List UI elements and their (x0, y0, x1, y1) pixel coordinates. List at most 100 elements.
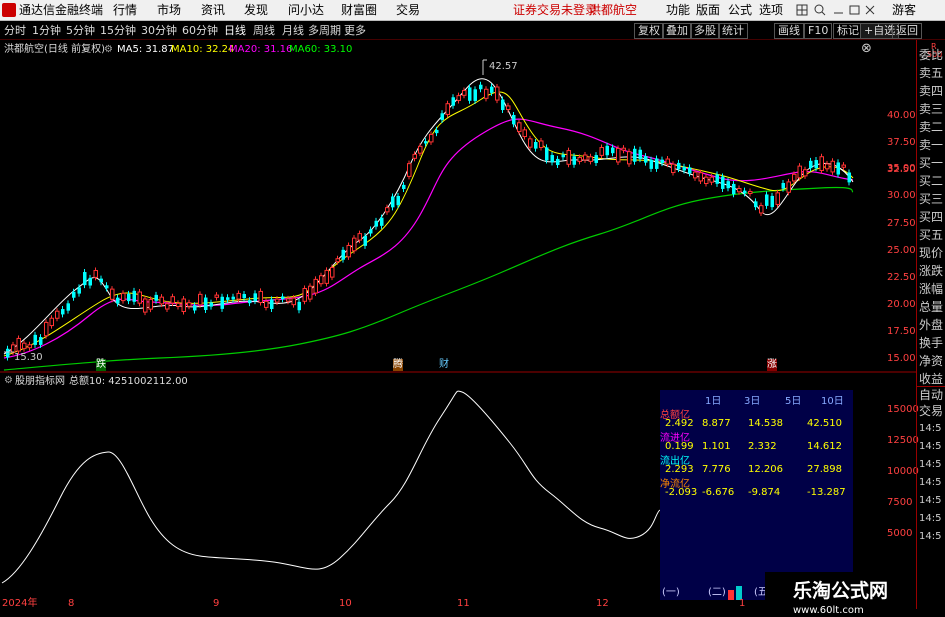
btn-diejia[interactable]: 叠加 (662, 23, 692, 39)
candle-body (93, 270, 98, 278)
candle-body (391, 196, 395, 208)
candle-body (528, 138, 533, 148)
candle-body (72, 291, 76, 298)
tf-1min[interactable]: 1分钟 (32, 24, 61, 38)
candle-body (512, 114, 516, 125)
login-status[interactable]: 证券交易未登录 (513, 3, 597, 18)
btn-fuquan[interactable]: 复权 (634, 23, 664, 39)
col-1day: 1日 (705, 396, 722, 407)
label-auto[interactable]: 自动 (919, 388, 943, 402)
guest-label[interactable]: 游客 (892, 3, 916, 18)
menu-gongneng[interactable]: 功能 (666, 3, 690, 18)
candle-body (99, 278, 103, 283)
menu-wenxiaoda[interactable]: 问小达 (288, 3, 324, 18)
ma5-line (3, 78, 854, 355)
tf-60min[interactable]: 60分钟 (182, 24, 218, 38)
tf-more[interactable]: 更多 (344, 24, 366, 38)
candle-body (297, 301, 301, 311)
candle-body (291, 297, 296, 306)
tf-15min[interactable]: 15分钟 (100, 24, 136, 38)
y-tick-37.5: 37.50 (887, 137, 916, 148)
candle-body (797, 165, 802, 179)
candle-body (44, 321, 49, 337)
menu-gongshi[interactable]: 公式 (728, 3, 752, 18)
candle-body (786, 181, 791, 193)
marker-die[interactable]: 跌 (96, 359, 106, 371)
menu-hangqing[interactable]: 行情 (113, 3, 137, 18)
btn-tongji[interactable]: 统计 (718, 23, 748, 39)
label-sell5: 卖五 (919, 66, 944, 80)
maximize-icon[interactable] (849, 5, 860, 15)
menu-faxian[interactable]: 发现 (244, 3, 268, 18)
stock-name-header: 洪都航空 (589, 3, 638, 17)
candle-body (193, 305, 197, 311)
candle-body (33, 334, 37, 345)
candle-body (445, 103, 450, 115)
marker-zhang[interactable]: 涨 (767, 359, 777, 371)
btn-biaoji[interactable]: 标记 (833, 23, 863, 39)
candle-body (660, 159, 664, 164)
row-total-1d: 2.492 (665, 418, 694, 429)
label-buy4: 买四 (919, 210, 944, 224)
row-out-10d: 27.898 (807, 464, 842, 475)
menu-caifuquan[interactable]: 财富圈 (341, 3, 377, 18)
tf-daily[interactable]: 日线 (224, 24, 246, 38)
indicator-total: 总额10: 4251002112.00 (69, 376, 188, 387)
label-buy5: 买五 (919, 228, 944, 242)
time-4: 14:5 (919, 477, 942, 488)
marker-cai[interactable]: 财 (439, 359, 449, 371)
candle-body (412, 153, 417, 159)
candle-body (759, 205, 764, 214)
time-7: 14:5 (919, 531, 942, 542)
candle-body (743, 190, 747, 194)
btn-f10[interactable]: F10 (804, 23, 833, 39)
candle-body (275, 298, 280, 303)
candle-body (248, 300, 252, 304)
candle-body (440, 113, 444, 120)
candle-body (308, 285, 313, 300)
candle-body (165, 303, 170, 310)
candle-body (572, 156, 576, 165)
candle-body (803, 169, 808, 177)
candle-body (236, 292, 241, 300)
candle-body (484, 88, 489, 99)
date-oct: 10 (339, 598, 352, 609)
quote-side-panel: R 500 委比 卖五 卖四 卖三 卖二 卖一 买一 买二 买三 买四 买五 现… (916, 40, 945, 609)
label-trade[interactable]: 交易 (919, 404, 943, 418)
marker-teng[interactable]: 腾 (393, 359, 403, 371)
tf-multi[interactable]: 多周期 (308, 24, 341, 38)
menu-banmian[interactable]: 版面 (696, 3, 720, 18)
tf-30min[interactable]: 30分钟 (141, 24, 177, 38)
tf-fenshi[interactable]: 分时 (4, 24, 26, 38)
indicator-settings-icon[interactable]: ⚙ (4, 374, 13, 387)
candle-body (363, 235, 367, 246)
menu-zixun[interactable]: 资讯 (201, 3, 225, 18)
search-icon[interactable] (814, 4, 826, 16)
candle-body (204, 297, 208, 310)
btn-fanhui[interactable]: 返回 (892, 23, 922, 39)
tf-weekly[interactable]: 周线 (253, 24, 275, 38)
timeframe-bar: 分时 1分钟 5分钟 15分钟 30分钟 60分钟 日线 周线 月线 多周期 更… (0, 22, 945, 40)
menu-xuanxiang[interactable]: 选项 (759, 3, 783, 18)
close-icon[interactable] (865, 5, 875, 15)
menu-jiaoyi[interactable]: 交易 (396, 3, 420, 18)
candle-body (39, 337, 43, 345)
grid-icon[interactable] (796, 4, 808, 16)
ind-tick-12500: 12500 (887, 435, 919, 446)
bottom-label-1: (一) (662, 587, 680, 598)
btn-huaxian[interactable]: 画线 (774, 23, 804, 39)
candle-body (231, 296, 235, 300)
y-tick-25: 25.00 (887, 245, 916, 256)
candle-body (770, 195, 774, 208)
kline-chart[interactable]: 42.57 15.30 (0, 40, 916, 373)
candle-body (281, 296, 285, 300)
candle-body (792, 173, 797, 182)
btn-duogu[interactable]: 多股 (690, 23, 720, 39)
tf-5min[interactable]: 5分钟 (66, 24, 95, 38)
candle-body (534, 141, 538, 149)
candle-body (369, 229, 373, 234)
tf-monthly[interactable]: 月线 (282, 24, 304, 38)
money-flow-table: 1日 3日 5日 10日 总额亿 2.492 8.877 14.538 42.5… (660, 390, 853, 600)
candle-body (374, 220, 378, 227)
menu-shichang[interactable]: 市场 (157, 3, 181, 18)
